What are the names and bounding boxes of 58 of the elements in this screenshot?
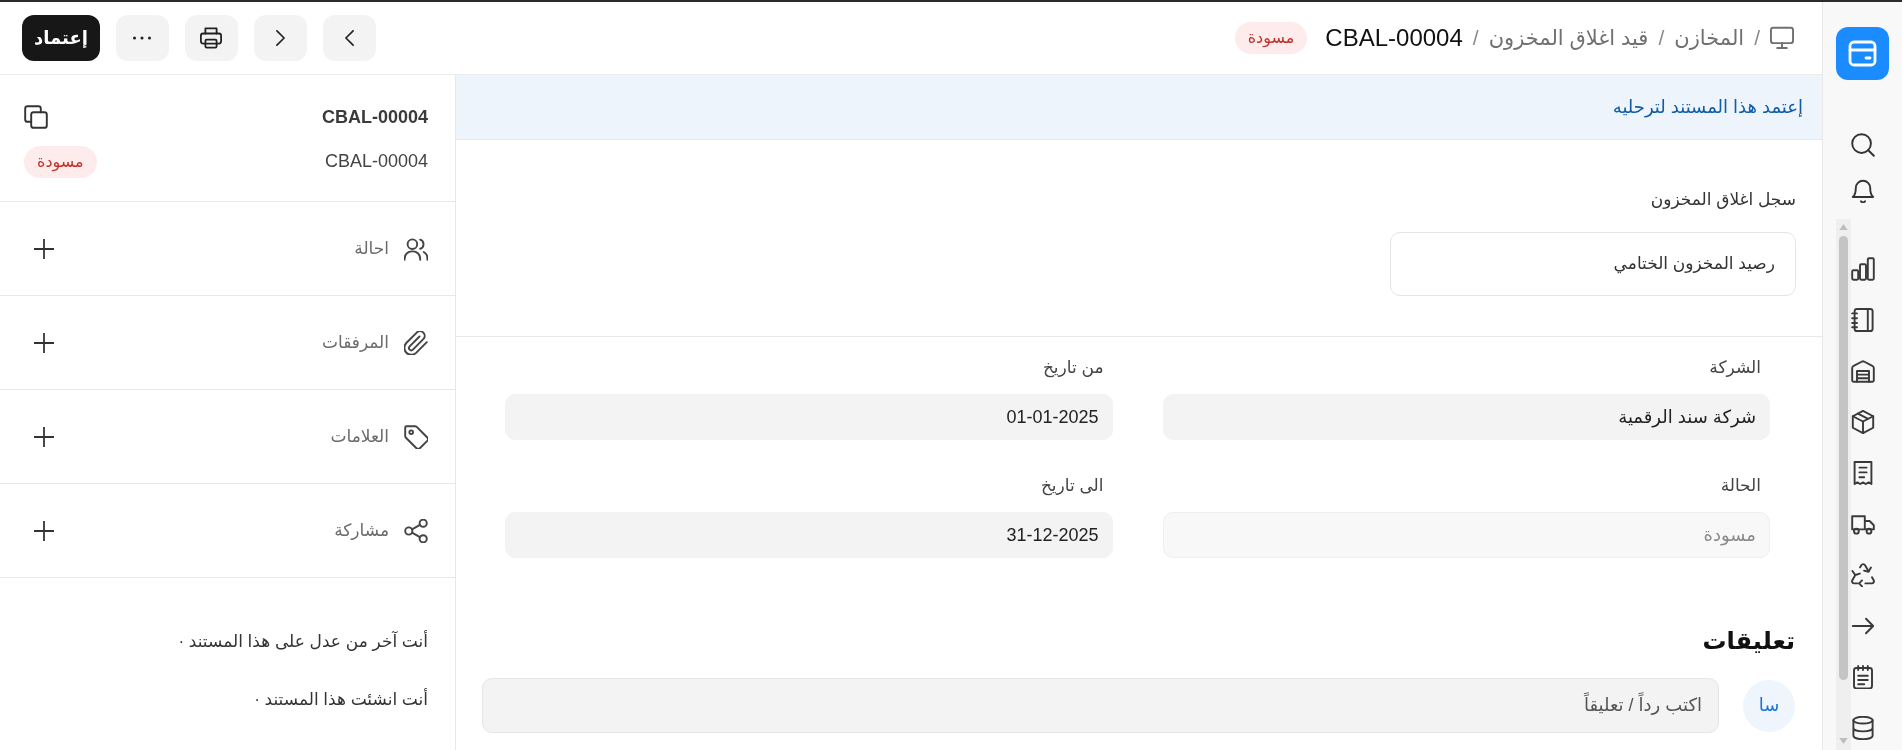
warehouse-icon[interactable] [1850,359,1875,383]
activity-text: أنت آخر من عدل على هذا المستند · [177,630,428,653]
notebook-icon[interactable] [1850,308,1875,332]
printer-icon [200,27,223,49]
paperclip-icon [404,330,428,355]
field-label: الشركة [1708,357,1762,379]
breadcrumb-link[interactable]: قيد اغلاق المخزون [1488,22,1649,54]
cube-icon[interactable] [1850,410,1875,434]
chevron-right-icon [275,30,285,46]
copy-icon[interactable] [24,105,48,129]
app-logo-icon[interactable] [1836,27,1889,80]
status-badge: مسودة [1234,22,1308,54]
breadcrumb-separator: / [1754,25,1760,52]
breadcrumb-separator: / [1472,25,1479,52]
comments-heading: تعليقات [1701,626,1795,656]
search-icon[interactable] [1850,133,1875,157]
info-banner: إعتمد هذا المستند لترحليه [456,75,1822,140]
plus-icon[interactable] [34,332,54,353]
plus-icon[interactable] [34,426,54,447]
document-title: CBAL-00004 [321,105,428,129]
sidebar-label: احالة [354,237,389,260]
sidebar-label: المرفقات [321,331,389,354]
monitor-icon[interactable] [1770,26,1794,50]
field-label: من تاريخ [1041,357,1105,379]
field-label: الى تاريخ [1039,475,1105,497]
user-avatar: سا [1743,679,1795,732]
breadcrumb-separator: / [1658,25,1665,52]
comment-field[interactable]: اكتب رداً / تعليقاً [482,678,1719,733]
users-icon [404,236,428,261]
share-icon [404,518,428,543]
page-title: CBAL-00004 [1325,23,1463,53]
chevron-left-icon [344,30,354,46]
sidebar-label: مشاركة [334,519,389,542]
input-field[interactable]: 31-12-2025 [505,512,1113,558]
linked-record-card[interactable]: رصيد المخزون الختامي [1390,232,1796,296]
activity-text: أنت انشئت هذا المستند · [253,688,428,711]
status-badge: مسودة [24,145,97,178]
field-label: الحالة [1719,475,1762,497]
database-icon[interactable] [1850,716,1875,740]
document-name: CBAL-00004 [324,150,428,173]
notepad-icon[interactable] [1850,665,1875,689]
bar-chart-icon[interactable] [1850,257,1875,281]
scrollbar[interactable] [1836,219,1851,750]
plus-icon[interactable] [34,238,54,259]
plus-icon[interactable] [34,520,54,541]
sidebar-label: العلامات [330,425,389,448]
section-label: سجل اغلاق المخزون [1649,189,1796,211]
print-button[interactable] [184,15,238,61]
truck-icon[interactable] [1850,512,1875,536]
input-field[interactable]: 01-01-2025 [505,394,1113,440]
bell-icon[interactable] [1850,179,1875,203]
approve-button[interactable]: إعتماد [22,15,100,61]
scrollbar-thumb[interactable] [1839,236,1848,680]
dots-icon [133,36,152,40]
breadcrumb-link[interactable]: المخازن [1674,22,1745,54]
input-field[interactable]: شركة سند الرقمية [1162,394,1770,440]
tag-icon [404,424,428,449]
recycle-icon[interactable] [1850,563,1875,587]
